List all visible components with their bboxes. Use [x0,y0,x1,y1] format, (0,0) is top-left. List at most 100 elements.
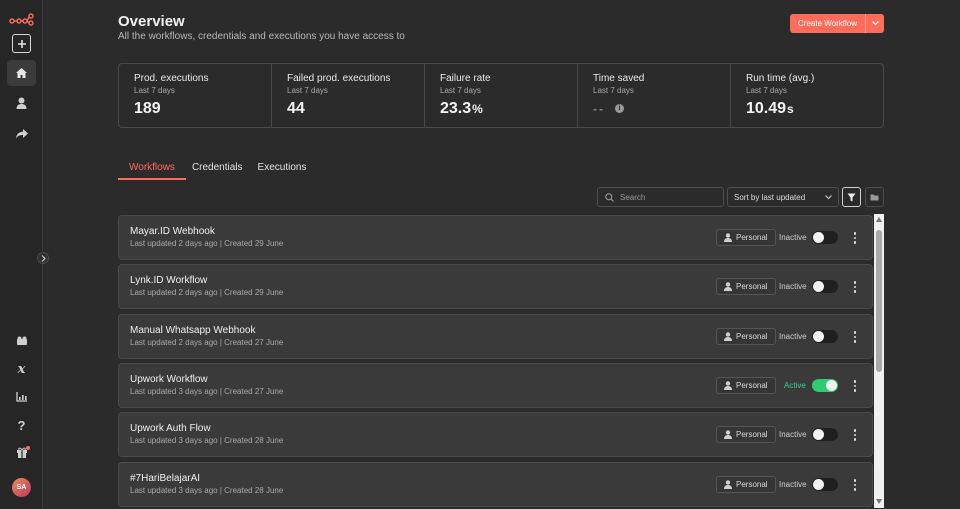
workflow-card[interactable]: Manual Whatsapp Webhook Last updated 2 d… [118,314,873,359]
search-icon [605,192,614,202]
notification-dot [26,446,30,450]
folder-button[interactable] [865,187,884,207]
scroll-thumb[interactable] [876,230,882,372]
workflow-card[interactable]: Upwork Workflow Last updated 3 days ago … [118,363,873,408]
more-menu-icon[interactable] [849,477,861,493]
stat-label: Prod. executions [134,73,209,84]
filter-button[interactable] [842,187,861,207]
stats-panel: Prod. executions Last 7 days 189 Failed … [118,63,884,128]
avatar[interactable]: SA [12,478,31,497]
scroll-down-icon[interactable] [876,499,882,504]
stat-period: Last 7 days [440,86,481,95]
stat-run-time[interactable]: Run time (avg.) Last 7 days 10.49s [731,64,883,127]
workflow-card[interactable]: #7HariBelajarAI Last updated 3 days ago … [118,462,873,507]
create-workflow-button[interactable]: Create Workflow [790,14,884,33]
owner-badge: Personal [716,278,776,295]
stat-prod-executions[interactable]: Prod. executions Last 7 days 189 [119,64,272,127]
user-icon [724,381,732,390]
help-icon[interactable]: ? [7,412,36,438]
tab-bar: Workflows Credentials Executions [118,159,317,180]
stat-label: Time saved [593,73,645,84]
stat-period: Last 7 days [746,86,787,95]
stat-label: Run time (avg.) [746,73,815,84]
workflow-name[interactable]: Upwork Auth Flow [130,423,211,434]
variables-icon[interactable]: x [7,356,36,382]
tab-workflows[interactable]: Workflows [118,159,186,180]
active-toggle[interactable] [812,280,838,293]
more-menu-icon[interactable] [849,427,861,443]
collapse-sidebar-button[interactable] [37,252,49,264]
chevron-down-icon [825,194,832,199]
user-icon [724,332,732,341]
search-input[interactable] [620,192,710,202]
scroll-up-icon[interactable] [876,217,882,222]
active-toggle[interactable] [812,330,838,343]
sort-label: Sort by last updated [734,192,806,202]
stat-label: Failure rate [440,73,491,84]
stat-value: 23.3% [440,100,483,117]
workflow-name[interactable]: Upwork Workflow [130,374,208,385]
create-workflow-label[interactable]: Create Workflow [790,14,866,33]
add-button[interactable] [12,34,31,53]
stat-period: Last 7 days [287,86,328,95]
user-icon[interactable] [7,90,36,116]
active-toggle[interactable] [812,478,838,491]
workflow-name[interactable]: #7HariBelajarAI [130,473,200,484]
workflow-meta: Last updated 3 days ago | Created 28 Jun… [130,436,284,445]
tab-executions[interactable]: Executions [254,159,318,180]
share-icon[interactable] [7,121,36,147]
workflow-status: Inactive [779,480,807,489]
stat-period: Last 7 days [134,86,175,95]
info-icon[interactable]: i [615,104,624,114]
templates-icon[interactable] [7,328,36,354]
active-toggle[interactable] [812,231,838,244]
workflow-meta: Last updated 3 days ago | Created 27 Jun… [130,387,284,396]
sort-select[interactable]: Sort by last updated [727,187,839,207]
workflow-card[interactable]: Upwork Auth Flow Last updated 3 days ago… [118,412,873,457]
workflow-card[interactable]: Mayar.ID Webhook Last updated 2 days ago… [118,215,873,260]
search-box[interactable] [597,187,724,207]
stat-label: Failed prod. executions [287,73,391,84]
filter-icon [847,193,856,201]
stat-time-saved[interactable]: Time saved Last 7 days -- i [578,64,731,127]
workflow-card[interactable]: Lynk.ID Workflow Last updated 2 days ago… [118,264,873,309]
stat-value: 10.49s [746,100,794,117]
stat-failed-executions[interactable]: Failed prod. executions Last 7 days 44 [272,64,425,127]
stat-value: 44 [287,100,305,117]
list-scrollbar[interactable] [874,214,884,508]
n8n-logo-icon[interactable] [7,6,36,32]
owner-badge: Personal [716,377,776,394]
workflow-status: Inactive [779,430,807,439]
workflow-status: Active [784,381,806,390]
workflow-status: Inactive [779,332,807,341]
workflow-name[interactable]: Mayar.ID Webhook [130,226,215,237]
home-icon[interactable] [7,60,36,86]
insights-icon[interactable] [7,384,36,410]
sidebar: x ? SA [0,0,49,509]
more-menu-icon[interactable] [849,378,861,394]
user-icon [724,282,732,291]
more-menu-icon[interactable] [849,230,861,246]
workflow-meta: Last updated 2 days ago | Created 27 Jun… [130,338,284,347]
owner-badge: Personal [716,229,776,246]
chevron-down-icon[interactable] [866,14,884,33]
tab-credentials[interactable]: Credentials [186,159,254,180]
workflow-meta: Last updated 2 days ago | Created 29 Jun… [130,239,284,248]
page-subtitle: All the workflows, credentials and execu… [118,31,405,42]
active-toggle[interactable] [812,379,838,392]
stat-value: 189 [134,100,161,117]
workflow-name[interactable]: Lynk.ID Workflow [130,275,207,286]
user-icon [724,480,732,489]
workflow-meta: Last updated 3 days ago | Created 28 Jun… [130,486,284,495]
more-menu-icon[interactable] [849,329,861,345]
active-toggle[interactable] [812,428,838,441]
owner-badge: Personal [716,476,776,493]
more-menu-icon[interactable] [849,279,861,295]
page-title: Overview [118,13,185,30]
workflow-name[interactable]: Manual Whatsapp Webhook [130,325,255,336]
stat-period: Last 7 days [593,86,634,95]
gift-icon[interactable] [7,439,36,465]
user-icon [724,430,732,439]
stat-failure-rate[interactable]: Failure rate Last 7 days 23.3% [425,64,578,127]
owner-badge: Personal [716,426,776,443]
